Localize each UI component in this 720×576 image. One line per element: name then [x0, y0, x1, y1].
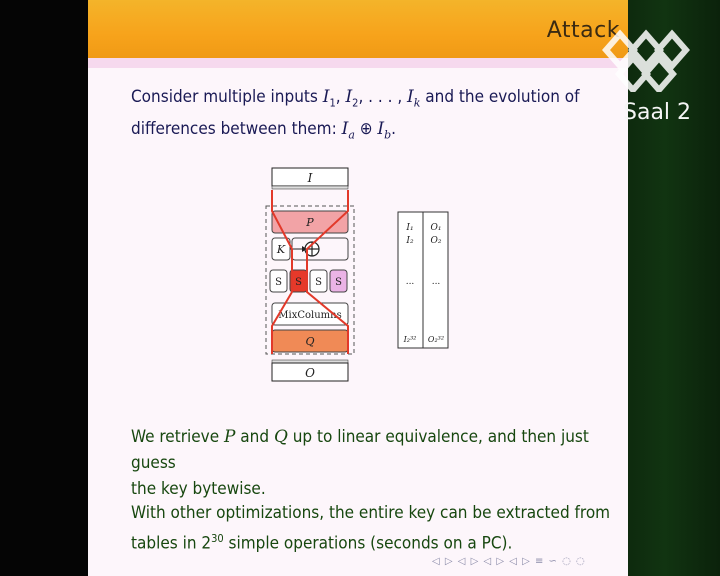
sbox-3-label: S	[315, 277, 322, 288]
sbox-1-label: S	[275, 277, 282, 288]
sbox-2-label: S	[295, 277, 302, 288]
beamer-navigation[interactable]: ◁ ▷ ◁ ▷ ◁ ▷ ◁ ▷ ≡ ∽ ◌ ◌	[432, 556, 586, 567]
table-cell: O₂³²	[428, 335, 444, 344]
table-cell: O₁	[431, 223, 442, 233]
q-label: Q	[305, 335, 314, 348]
slide-subheader	[88, 58, 628, 68]
key-label: K	[276, 243, 286, 256]
table-cell: O₂	[431, 236, 442, 246]
ccc-logo-icon	[602, 29, 690, 92]
paragraph-inputs: Consider multiple inputs I1, I2, . . . ,…	[131, 87, 580, 142]
sbox-4-label: S	[335, 277, 342, 288]
paragraph-retrieve: We retrieve P and Q up to linear equival…	[131, 427, 589, 499]
table-cell: ...	[406, 277, 415, 287]
table-cell: I₂³²	[403, 335, 417, 344]
left-black-border	[0, 0, 88, 576]
table-cell: I₁	[405, 223, 413, 233]
output-label: O	[305, 366, 315, 380]
p-label: P	[305, 216, 314, 229]
paragraph-optimizations: With other optimizations, the entire key…	[131, 503, 611, 554]
logo-text: Saal 2	[623, 100, 692, 125]
table-cell: ...	[432, 277, 441, 287]
slide-header: Attack	[88, 0, 628, 58]
input-label: I	[307, 171, 313, 185]
attack-diagram: I P K S S S S MixColumns Q O I₁ I₂ ... I…	[265, 167, 449, 382]
table-cell: I₂	[405, 236, 414, 246]
